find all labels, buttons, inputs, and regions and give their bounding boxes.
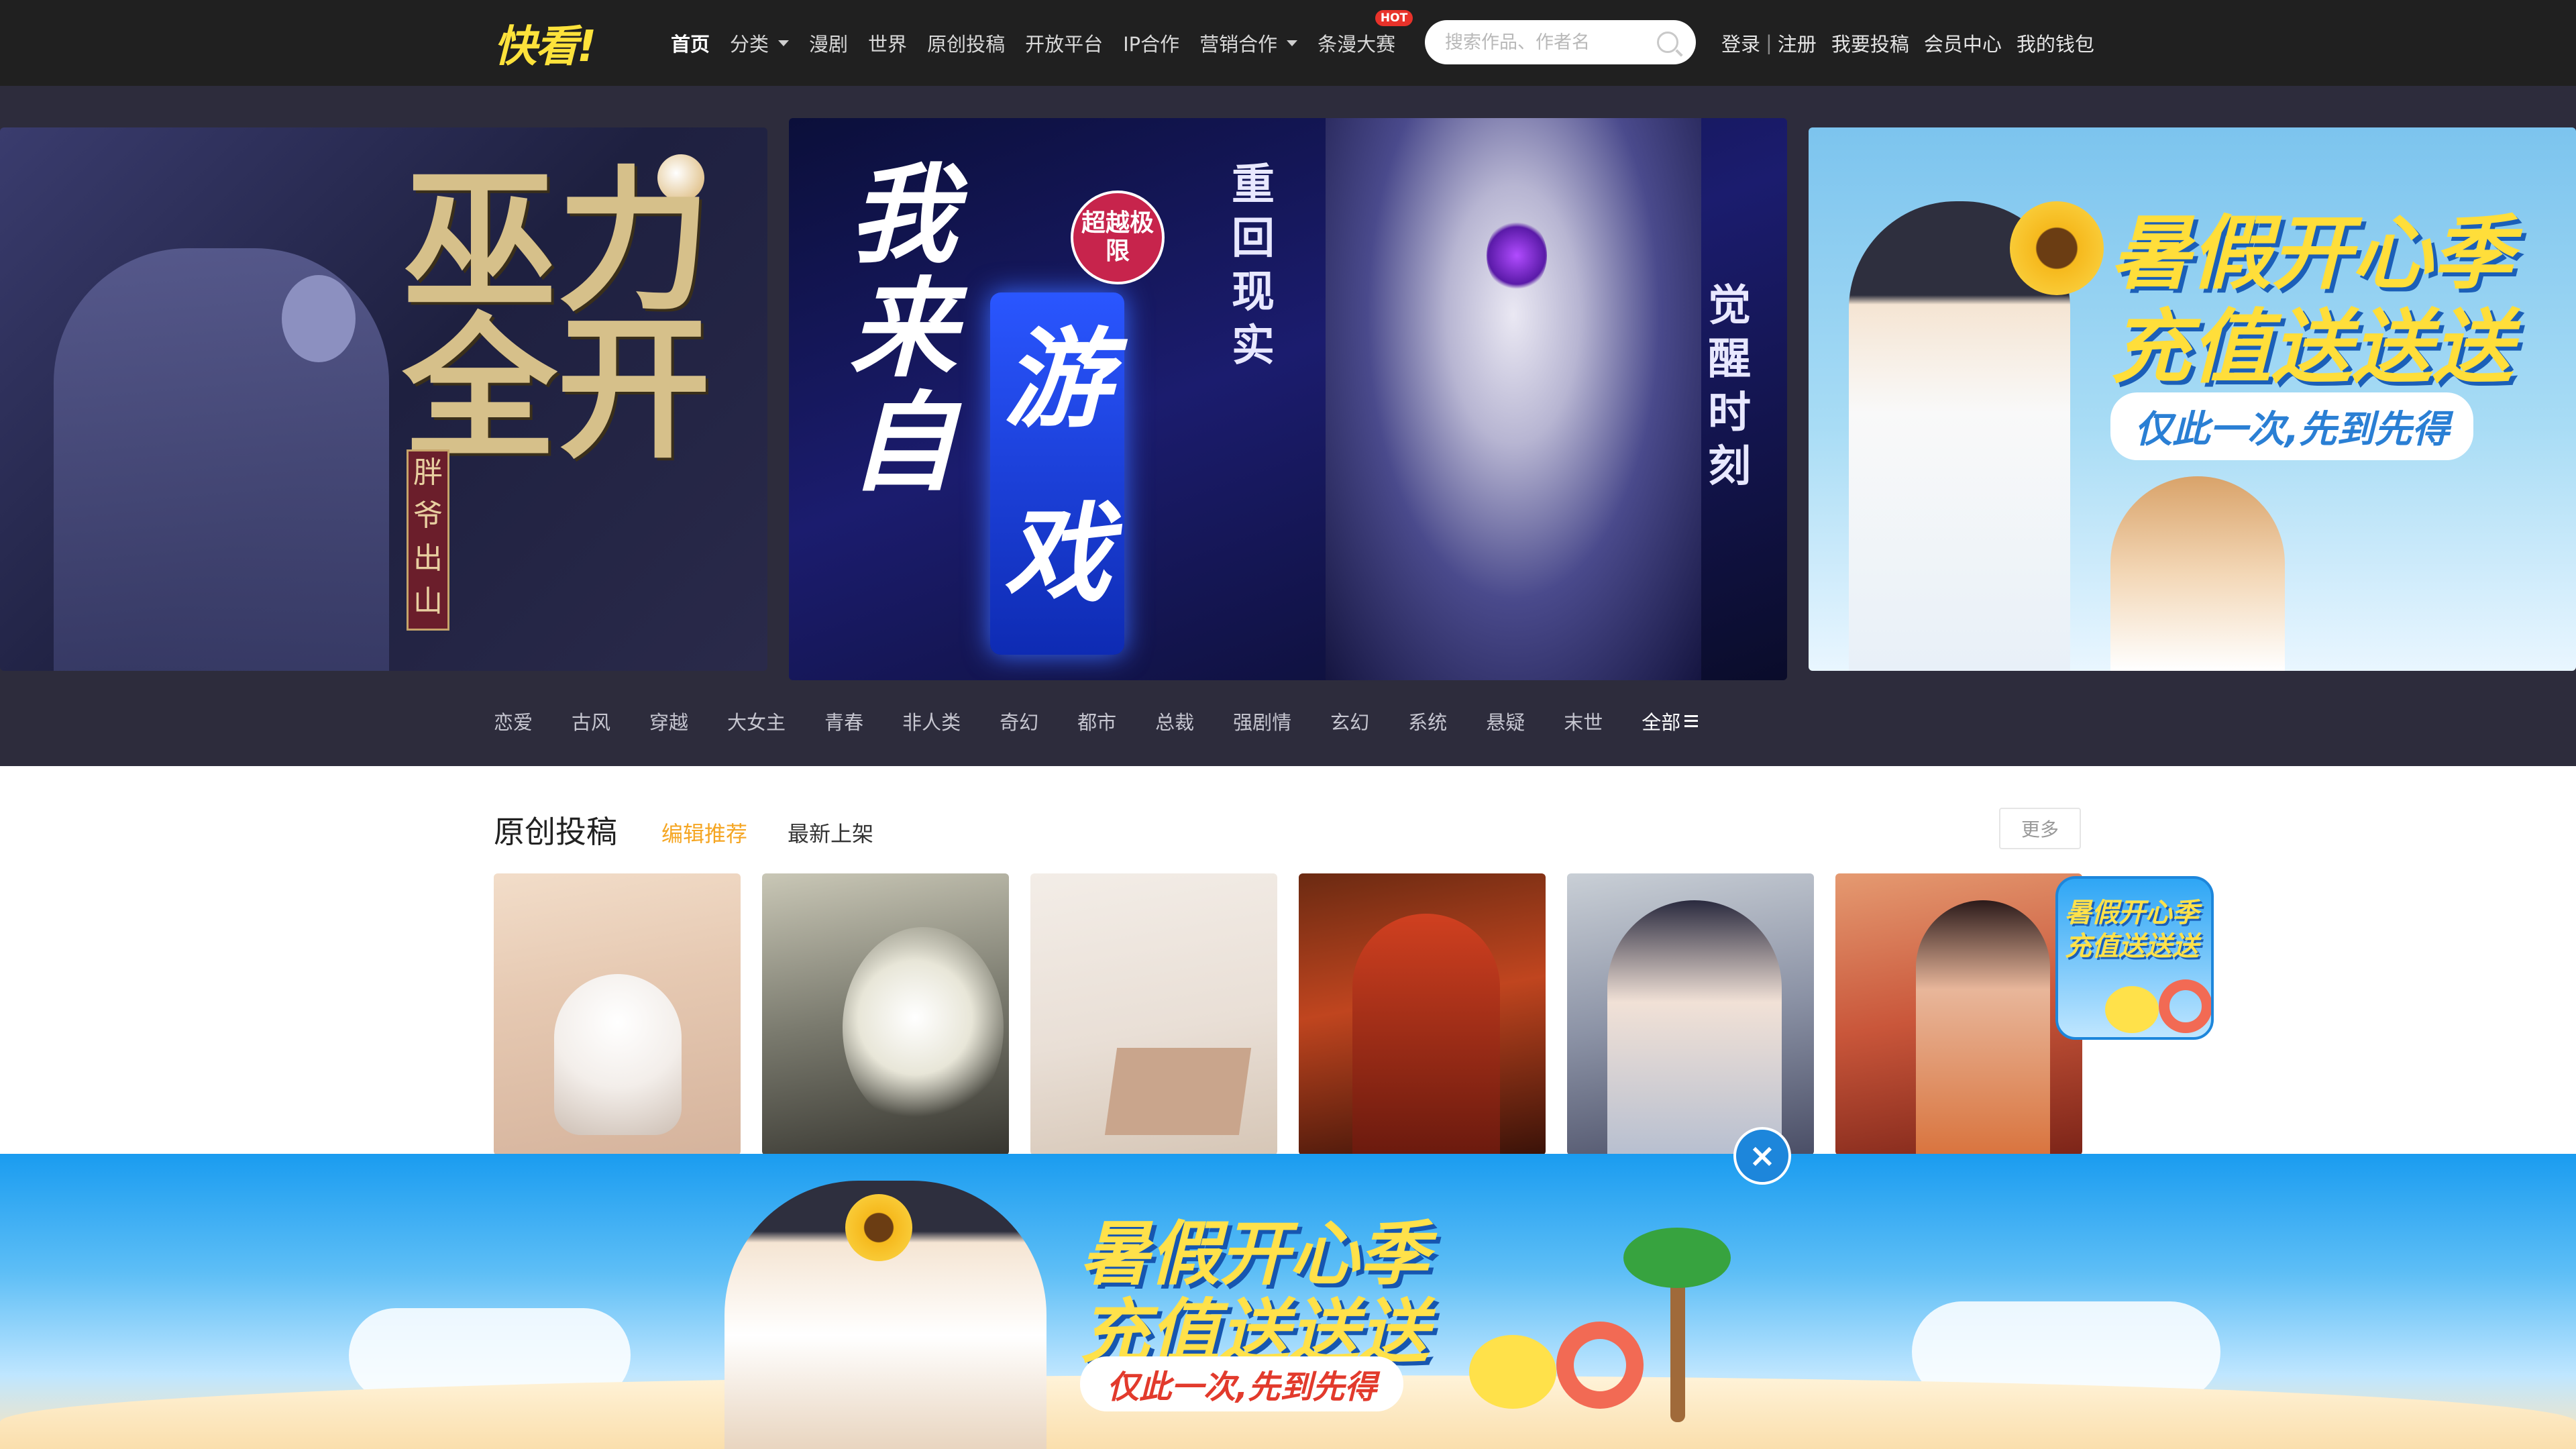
- section-title: 原创投稿: [494, 814, 617, 850]
- nav-ip-label: IP合作: [1123, 33, 1180, 56]
- nav-original[interactable]: 原创投稿: [927, 29, 1005, 57]
- category-item[interactable]: 总裁: [1155, 707, 1194, 735]
- more-button[interactable]: 更多: [1999, 808, 2081, 849]
- chevron-down-icon: [778, 40, 790, 46]
- mascot-icon: [1469, 1335, 1556, 1409]
- comic-cover-art: [1607, 900, 1782, 1155]
- nav-home-label: 首页: [671, 33, 710, 56]
- category-item[interactable]: 玄幻: [1330, 707, 1369, 735]
- category-item[interactable]: 青春: [824, 707, 863, 735]
- category-item[interactable]: 奇幻: [1000, 707, 1038, 735]
- category-item[interactable]: 非人类: [902, 707, 961, 735]
- bottom-promo-banner[interactable]: 暑假开心季 充值送送送 仅此一次,先到先得: [0, 1154, 2576, 1449]
- submit-work-link[interactable]: 我要投稿: [1831, 29, 1909, 57]
- banner-hero-character: [1326, 118, 1701, 680]
- list-icon: [1684, 715, 1699, 727]
- banner-slide-center[interactable]: 我来自 游戏 超越极限 重回现实 觉醒时刻: [789, 118, 1787, 680]
- top-navigation-bar: 快看! 首页 分类 漫剧 世界 原创投稿 开放平台 IP合作 营销合作 条漫大赛…: [0, 0, 2576, 86]
- banner-title-highlight: 游戏: [1004, 317, 1112, 616]
- nav-marketing[interactable]: 营销合作: [1199, 29, 1298, 57]
- comic-cover-art: [1916, 900, 2050, 1155]
- banner-title: 巫力全开: [402, 151, 712, 480]
- main-nav: 首页 分类 漫剧 世界 原创投稿 开放平台 IP合作 营销合作 条漫大赛 HOT: [671, 0, 1415, 86]
- nav-marketing-label: 营销合作: [1199, 33, 1278, 56]
- nav-world-label: 世界: [868, 33, 908, 56]
- comic-cover-art: [1104, 1048, 1252, 1135]
- category-item[interactable]: 穿越: [649, 707, 688, 735]
- category-item[interactable]: 悬疑: [1486, 707, 1525, 735]
- category-item[interactable]: 系统: [1408, 707, 1447, 735]
- tab-new-releases[interactable]: 最新上架: [788, 817, 873, 848]
- floating-promo-title: 暑假开心季充值送送送: [2065, 898, 2199, 962]
- banner-carousel: 巫力全开 胖爷出山 我来自 游戏 超越极限 重回现实 觉醒时刻 暑假开心季 充值…: [0, 86, 2576, 766]
- category-all-label: 全部: [1642, 711, 1681, 734]
- kuaikan-logo[interactable]: 快看!: [494, 19, 596, 72]
- wallet-link[interactable]: 我的钱包: [2017, 29, 2094, 57]
- glowing-eye-icon: [1487, 219, 1547, 292]
- palm-trunk: [1670, 1268, 1685, 1422]
- nav-manju-label: 漫剧: [809, 33, 849, 56]
- category-row: 恋爱 古风 穿越 大女主 青春 非人类 奇幻 都市 总裁 强剧情 玄幻 系统 悬…: [494, 698, 1699, 745]
- comic-card[interactable]: [1030, 873, 1277, 1155]
- register-link[interactable]: 注册: [1778, 29, 1817, 57]
- category-item[interactable]: 末世: [1564, 707, 1603, 735]
- category-item[interactable]: 古风: [572, 707, 610, 735]
- nav-category[interactable]: 分类: [730, 29, 790, 57]
- palm-tree-icon: [1623, 1208, 1731, 1422]
- banner-slide-right[interactable]: 暑假开心季 充值送送送 仅此一次,先到先得: [1809, 127, 2576, 671]
- close-icon[interactable]: ×: [1733, 1127, 1791, 1185]
- search-box: [1425, 20, 1696, 64]
- nav-category-label: 分类: [730, 33, 769, 56]
- banner-seal: 胖爷出山: [407, 449, 449, 631]
- comic-card-list: [494, 873, 2082, 1155]
- comic-cover-art: [554, 974, 682, 1135]
- sunflower-icon: [2010, 201, 2104, 295]
- banner-character-face: [282, 275, 356, 362]
- nav-manju[interactable]: 漫剧: [809, 29, 848, 57]
- member-center-link[interactable]: 会员中心: [1924, 29, 2002, 57]
- category-item[interactable]: 都市: [1077, 707, 1116, 735]
- category-item[interactable]: 大女主: [727, 707, 786, 735]
- nav-contest-label: 条漫大赛: [1318, 33, 1396, 56]
- auth-separator: |: [1766, 32, 1772, 54]
- floating-promo[interactable]: 暑假开心季充值送送送: [2055, 876, 2214, 1040]
- user-links: 登录 | 注册 我要投稿 会员中心 我的钱包: [1721, 0, 2109, 86]
- banner-vertical-text: 重回现实: [1232, 160, 1275, 371]
- comic-card[interactable]: [1835, 873, 2082, 1155]
- banner-badge: 超越极限: [1071, 191, 1165, 284]
- tab-editor-picks[interactable]: 编辑推荐: [661, 817, 747, 848]
- hot-badge: HOT: [1375, 10, 1413, 26]
- search-input[interactable]: [1445, 20, 1646, 64]
- nav-original-label: 原创投稿: [927, 33, 1006, 56]
- nav-contest[interactable]: 条漫大赛 HOT: [1318, 10, 1413, 57]
- comic-card[interactable]: [762, 873, 1009, 1155]
- banner-slide-left[interactable]: 巫力全开 胖爷出山: [0, 127, 767, 671]
- promo-subtitle: 仅此一次,先到先得: [1080, 1356, 1404, 1411]
- banner-title: 充值送送送: [2110, 301, 2513, 394]
- palm-leaves: [1623, 1228, 1731, 1288]
- sunflower-icon: [845, 1194, 912, 1261]
- category-all-button[interactable]: 全部: [1642, 707, 1699, 735]
- nav-ip[interactable]: IP合作: [1123, 29, 1179, 57]
- login-link[interactable]: 登录: [1721, 29, 1760, 57]
- banner-title: 我来自: [849, 152, 957, 506]
- mascot-icon: [2105, 986, 2159, 1033]
- search-icon[interactable]: [1657, 32, 1678, 53]
- comic-card[interactable]: [1567, 873, 1814, 1155]
- comic-card[interactable]: [1299, 873, 1546, 1155]
- swim-ring-icon: [2159, 979, 2211, 1033]
- nav-open-platform-label: 开放平台: [1025, 33, 1104, 56]
- nav-world[interactable]: 世界: [868, 29, 907, 57]
- comic-cover-art: [1352, 914, 1500, 1155]
- comic-card[interactable]: [494, 873, 741, 1155]
- category-item[interactable]: 恋爱: [494, 707, 533, 735]
- banner-character: [2110, 476, 2285, 671]
- chevron-down-icon: [1287, 40, 1298, 46]
- category-item[interactable]: 强剧情: [1233, 707, 1291, 735]
- comic-cover-art: [843, 927, 1004, 1128]
- nav-home[interactable]: 首页: [671, 29, 710, 57]
- banner-vertical-text: 觉醒时刻: [1708, 281, 1751, 492]
- banner-subtitle: 仅此一次,先到先得: [2110, 392, 2474, 460]
- nav-open-platform[interactable]: 开放平台: [1025, 29, 1103, 57]
